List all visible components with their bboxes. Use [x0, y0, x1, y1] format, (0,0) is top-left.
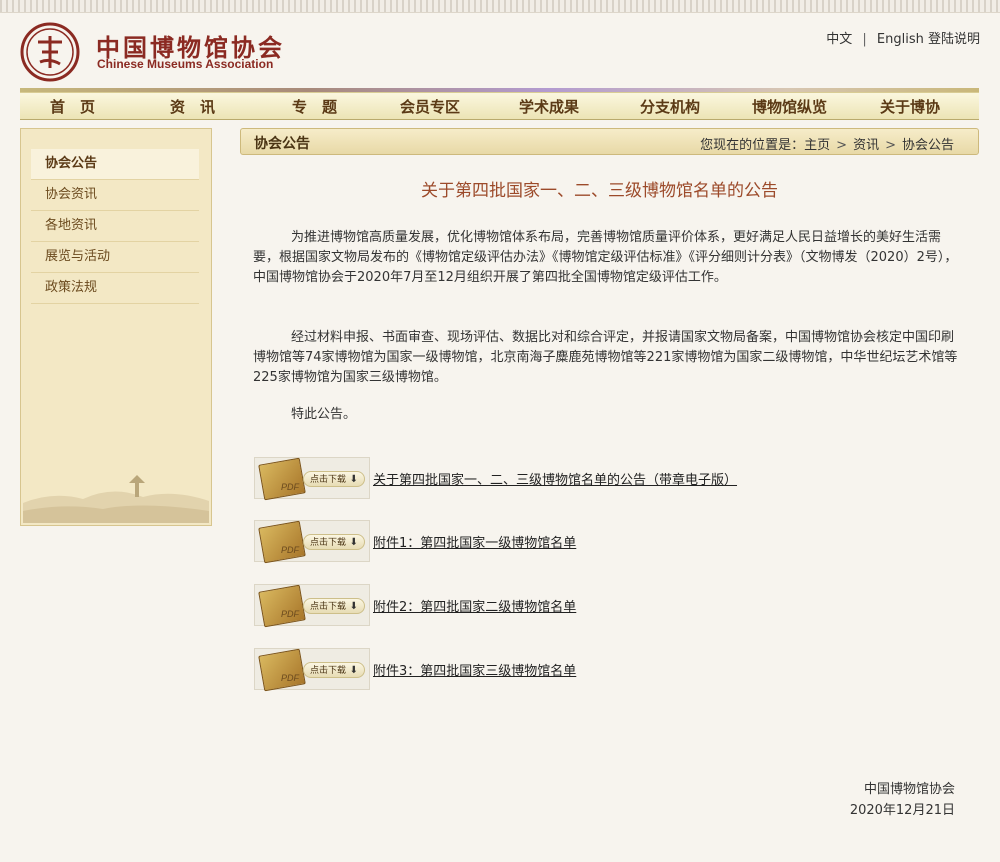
download-link[interactable]: 关于第四批国家一、二、三级博物馆名单的公告（带章电子版） [373, 469, 737, 488]
pdf-badge: PDF [281, 482, 299, 492]
download-pill-label: 点击下载 [310, 666, 346, 676]
pdf-badge: PDF [281, 545, 299, 555]
download-pill: 点击下载 ⬇ [303, 534, 365, 550]
nav-members[interactable]: 会员专区 [400, 96, 460, 117]
download-pill: 点击下载 ⬇ [303, 662, 365, 678]
article-title: 关于第四批国家一、二、三级博物馆名单的公告 [240, 176, 959, 201]
article-paragraph: 经过材料申报、书面审查、现场评估、数据比对和综合评定，并报请国家文物局备案，中国… [253, 328, 959, 388]
download-button[interactable]: PDF 点击下载 ⬇ [254, 648, 370, 690]
signature: 中国博物馆协会 2020年12月21日 [850, 779, 955, 821]
breadcrumb-arrow: > [836, 138, 847, 153]
nav-topics[interactable]: 专 题 [292, 96, 337, 117]
pdf-badge: PDF [281, 609, 299, 619]
download-item: PDF 点击下载 ⬇ 附件1：第四批国家一级博物馆名单 [254, 520, 954, 562]
download-item: PDF 点击下载 ⬇ 附件2：第四批国家二级博物馆名单 [254, 584, 954, 626]
article-paragraph: 为推进博物馆高质量发展，优化博物馆体系布局，完善博物馆质量评价体系，更好满足人民… [253, 228, 959, 288]
lang-english-link[interactable]: English [877, 32, 924, 47]
download-link[interactable]: 附件2：第四批国家二级博物馆名单 [373, 596, 576, 615]
nav-about[interactable]: 关于博协 [880, 96, 940, 117]
sidebar: 协会公告 协会资讯 各地资讯 展览与活动 政策法规 [20, 128, 212, 526]
breadcrumb-arrow: > [885, 138, 896, 153]
section-title: 协会公告 [254, 133, 310, 153]
download-item: PDF 点击下载 ⬇ 关于第四批国家一、二、三级博物馆名单的公告（带章电子版） [254, 457, 954, 499]
top-links: 中文 | English 登陆说明 [826, 28, 980, 47]
download-button[interactable]: PDF 点击下载 ⬇ [254, 520, 370, 562]
download-pill-label: 点击下载 [310, 475, 346, 485]
download-button[interactable]: PDF 点击下载 ⬇ [254, 584, 370, 626]
login-help-link[interactable]: 登陆说明 [928, 32, 980, 47]
download-pill-label: 点击下载 [310, 538, 346, 548]
pdf-badge: PDF [281, 673, 299, 683]
download-pill: 点击下载 ⬇ [303, 598, 365, 614]
download-item: PDF 点击下载 ⬇ 附件3：第四批国家三级博物馆名单 [254, 648, 954, 690]
pdf-book-icon [258, 585, 306, 628]
download-link[interactable]: 附件1：第四批国家一级博物馆名单 [373, 532, 576, 551]
download-arrow-icon: ⬇ [350, 663, 358, 679]
lang-separator: | [862, 32, 866, 47]
sidebar-menu: 协会公告 协会资讯 各地资讯 展览与活动 政策法规 [31, 149, 199, 304]
brand-title-en[interactable]: Chinese Museums Association [97, 57, 273, 71]
sidebar-landscape-image [23, 463, 209, 523]
breadcrumb-announcements[interactable]: 协会公告 [902, 138, 954, 153]
nav-academic[interactable]: 学术成果 [519, 96, 579, 117]
association-logo[interactable] [20, 22, 80, 82]
signature-date: 2020年12月21日 [850, 800, 955, 821]
breadcrumb-prefix: 您现在的位置是： [700, 138, 804, 153]
breadcrumb: 您现在的位置是：主页 > 资讯 > 协会公告 [700, 134, 954, 153]
pdf-book-icon [258, 458, 306, 501]
breadcrumb-news[interactable]: 资讯 [853, 138, 879, 153]
download-link[interactable]: 附件3：第四批国家三级博物馆名单 [373, 660, 576, 679]
download-pill-label: 点击下载 [310, 602, 346, 612]
nav-home[interactable]: 首 页 [50, 96, 95, 117]
download-pill: 点击下载 ⬇ [303, 471, 365, 487]
breadcrumb-home[interactable]: 主页 [804, 138, 830, 153]
nav-news[interactable]: 资 讯 [170, 96, 215, 117]
download-arrow-icon: ⬇ [350, 472, 358, 488]
sidebar-item-association-news[interactable]: 协会资讯 [31, 180, 199, 211]
download-arrow-icon: ⬇ [350, 535, 358, 551]
main-nav: 首 页 资 讯 专 题 会员专区 学术成果 分支机构 博物馆纵览 关于博协 [20, 92, 979, 120]
sidebar-item-policies[interactable]: 政策法规 [31, 273, 199, 304]
lang-chinese-link[interactable]: 中文 [826, 32, 852, 47]
signature-org: 中国博物馆协会 [850, 779, 955, 800]
sidebar-item-exhibitions[interactable]: 展览与活动 [31, 242, 199, 273]
download-button[interactable]: PDF 点击下载 ⬇ [254, 457, 370, 499]
article-paragraph: 特此公告。 [253, 405, 959, 425]
sidebar-item-announcements[interactable]: 协会公告 [31, 149, 199, 180]
sidebar-item-regional-news[interactable]: 各地资讯 [31, 211, 199, 242]
top-border-pattern [0, 0, 1000, 13]
nav-branches[interactable]: 分支机构 [640, 96, 700, 117]
pdf-book-icon [258, 649, 306, 692]
breadcrumb-bar: 协会公告 您现在的位置是：主页 > 资讯 > 协会公告 [240, 128, 979, 155]
download-arrow-icon: ⬇ [350, 599, 358, 615]
pdf-book-icon [258, 521, 306, 564]
nav-museums[interactable]: 博物馆纵览 [752, 96, 827, 117]
